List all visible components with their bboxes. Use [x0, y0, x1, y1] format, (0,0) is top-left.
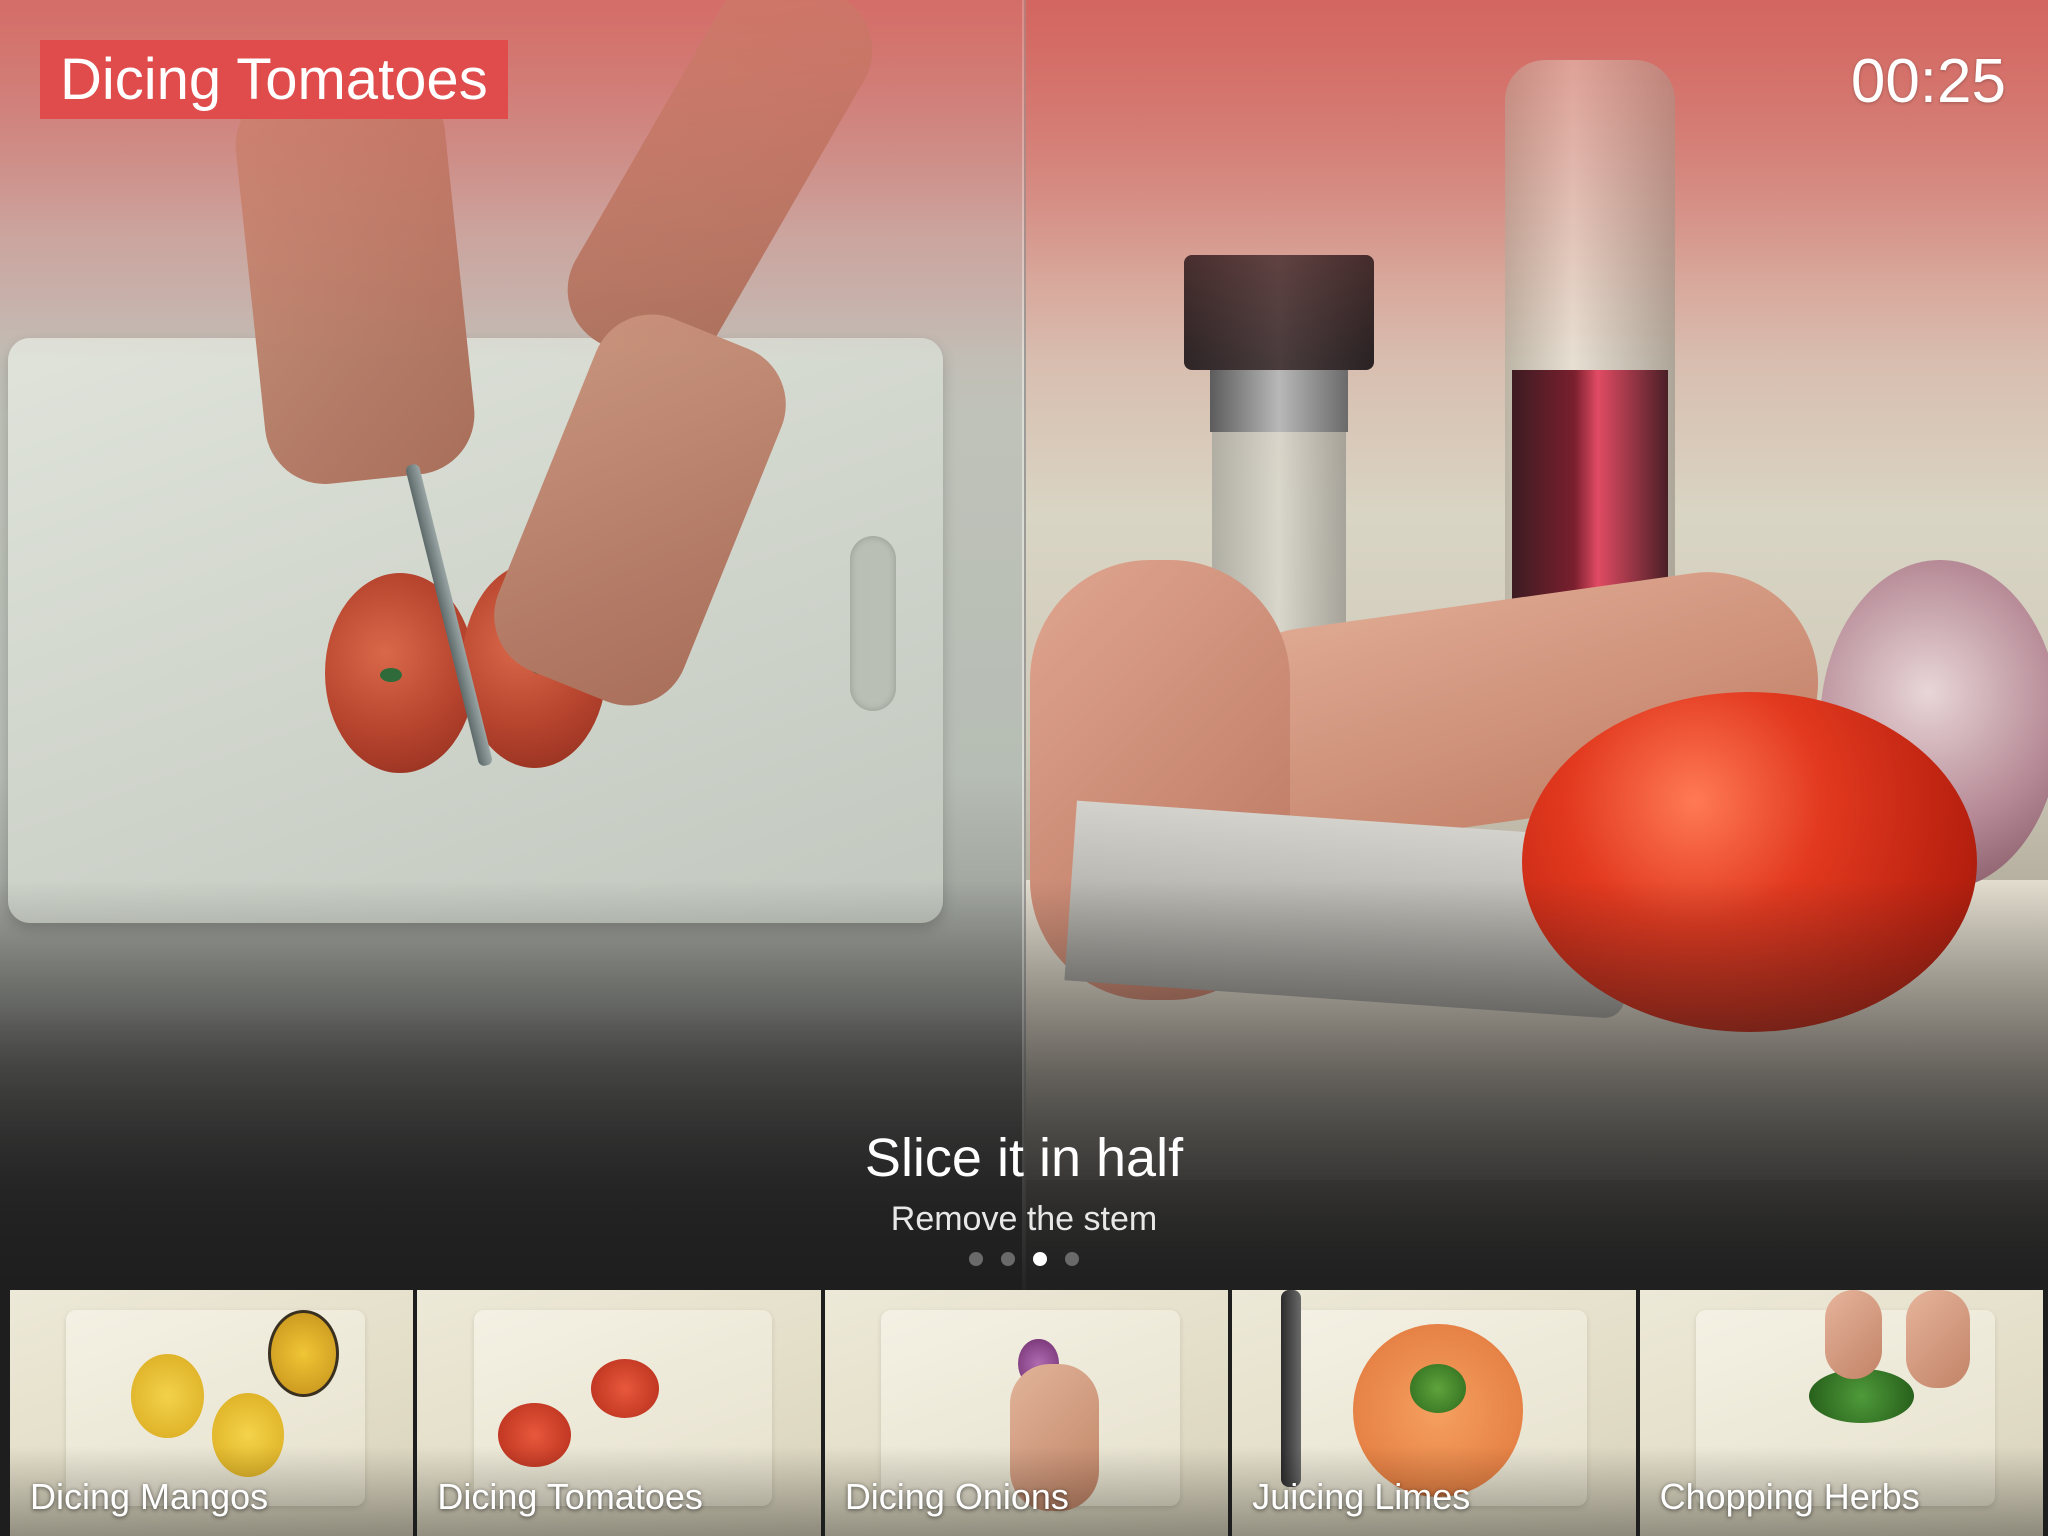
pepper-grinder-band-image	[1210, 370, 1348, 432]
mango-image	[131, 1353, 204, 1438]
lesson-thumbnails: Dicing Mangos Dicing Tomatoes Dicing Oni…	[0, 1290, 2048, 1536]
video-title-badge: Dicing Tomatoes	[40, 40, 508, 119]
page-indicator[interactable]	[0, 1252, 2048, 1266]
board-handle-image	[850, 536, 896, 711]
page-dot[interactable]	[969, 1252, 983, 1266]
bottle-liquid-image	[1512, 370, 1668, 610]
video-stage[interactable]	[0, 0, 2048, 1290]
tomato-image	[590, 1358, 660, 1418]
mango-image	[268, 1309, 339, 1397]
step-title: Slice it in half	[864, 1128, 1184, 1188]
thumbnail-chopping-herbs[interactable]: Chopping Herbs	[1639, 1290, 2044, 1536]
thumbnail-dicing-mangos[interactable]: Dicing Mangos	[10, 1290, 414, 1536]
lime-image	[1409, 1363, 1467, 1413]
thumbnail-label: Juicing Limes	[1252, 1476, 1471, 1517]
thumbnail-label: Dicing Onions	[844, 1476, 1069, 1517]
thumbnail-label: Dicing Mangos	[30, 1476, 269, 1517]
thumbnail-juicing-limes[interactable]: Juicing Limes	[1232, 1290, 1636, 1536]
page-dot[interactable]	[1065, 1252, 1079, 1266]
thumbnail-label: Chopping Herbs	[1659, 1476, 1920, 1517]
video-title: Dicing Tomatoes	[60, 47, 488, 112]
hand-image	[1825, 1290, 1882, 1379]
page-dot[interactable]	[1001, 1252, 1015, 1266]
page-dot-active[interactable]	[1033, 1252, 1047, 1266]
timer: 00:25	[1850, 47, 2006, 116]
hand-image	[1905, 1290, 1971, 1389]
thumbnail-label: Dicing Tomatoes	[437, 1476, 703, 1517]
step-subtitle: Remove the stem	[890, 1200, 1158, 1238]
thumbnail-dicing-onions[interactable]: Dicing Onions	[824, 1290, 1229, 1536]
thumbnail-dicing-tomatoes[interactable]: Dicing Tomatoes	[417, 1290, 821, 1536]
stem-image	[380, 668, 402, 682]
